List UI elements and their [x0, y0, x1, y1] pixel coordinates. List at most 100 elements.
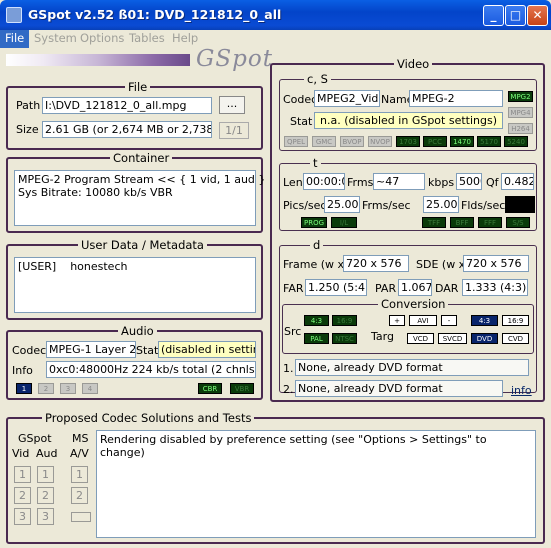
plus-button[interactable]: + [389, 315, 405, 326]
gmc-indicator: GMC [312, 136, 336, 147]
svcd-button[interactable]: SVCD [438, 333, 467, 344]
targ-169-button[interactable]: 16:9 [502, 315, 529, 326]
vcd-button[interactable]: VCD [407, 333, 434, 344]
audio-stream-3[interactable]: 3 [60, 383, 76, 394]
d-title: d [310, 238, 324, 252]
dar-label: DAR [435, 282, 459, 295]
pics-label: Pics/sec [283, 199, 327, 212]
video-codec-label: Codec [283, 93, 318, 106]
gspot-vid-2[interactable]: 2 [14, 487, 31, 504]
vbr-indicator: VBR [230, 383, 254, 394]
far-field: 1.250 (5:4) [305, 279, 367, 296]
video-stat-label: Stat [290, 115, 313, 128]
video-name-field: MPEG-2 [409, 90, 503, 107]
qf-field: 0.482 [501, 173, 534, 190]
dvd-button[interactable]: DVD [471, 333, 498, 344]
audio-stream-4[interactable]: 4 [82, 383, 98, 394]
menu-options[interactable]: Options [75, 30, 129, 48]
proposed-text: Rendering disabled by preference setting… [96, 430, 536, 538]
t-title: t [310, 156, 321, 170]
sde-field: 720 x 576 [463, 255, 529, 272]
targ-43-button[interactable]: 4:3 [471, 315, 498, 326]
gspot-aud-3[interactable]: 3 [37, 508, 54, 525]
pics-field: 25.000 [324, 196, 360, 213]
browse-button[interactable]: ... [219, 96, 245, 114]
conversion-line2: None, already DVD format [295, 380, 503, 397]
conversion-line1: None, already DVD format [295, 359, 529, 376]
title-bar[interactable]: GSpot v2.52 ß01: DVD_121812_0_all _ □ ✕ [0, 0, 551, 30]
ms-av-1[interactable]: 1 [71, 466, 88, 483]
page-counter: 1/1 [219, 122, 249, 139]
gspot-logo: GSpot [196, 46, 273, 72]
size-field: 2.61 GB (or 2,674 MB or 2,738,29 [42, 121, 212, 138]
video-stat-field: n.a. (disabled in GSpot settings) [314, 112, 503, 129]
gspot-label: GSpot [18, 432, 52, 445]
info-link[interactable]: info [511, 384, 532, 397]
src-169-badge: 16:9 [332, 315, 357, 326]
gspot-aud-2[interactable]: 2 [37, 487, 54, 504]
kbps-label: kbps [428, 176, 455, 189]
video-codec-field: MPEG2_Vid [314, 90, 380, 107]
far-label: FAR [283, 282, 304, 295]
color-stripe [6, 54, 190, 66]
audio-codec-field: MPEG-1 Layer 2 [46, 341, 136, 358]
menu-tables[interactable]: Tables [124, 30, 170, 48]
bff-indicator: BFF [450, 217, 474, 228]
mpg2-indicator: MPG2 [508, 91, 533, 102]
userdata-group: User Data / Metadata [USER] honestech [6, 238, 263, 320]
audio-codec-label: Codec [12, 344, 47, 357]
proposed-group: Proposed Codec Solutions and Tests GSpot… [6, 411, 545, 544]
audio-stream-2[interactable]: 2 [38, 383, 54, 394]
il-indicator: I/L [331, 217, 357, 228]
conversion-group: Conversion Src 4:3 16:9 PAL NTSC + AVI -… [282, 297, 534, 354]
minus-button[interactable]: - [441, 315, 457, 326]
gspot-vid-3[interactable]: 3 [14, 508, 31, 525]
conversion-title: Conversion [378, 297, 449, 311]
frms-label: Frms [347, 176, 374, 189]
ss-indicator: S/S [506, 217, 530, 228]
frame-label: Frame (w x [283, 258, 345, 271]
cvd-button[interactable]: CVD [502, 333, 529, 344]
bvop-indicator: BVOP [340, 136, 364, 147]
userdata-group-title: User Data / Metadata [78, 238, 207, 252]
app-icon [6, 7, 22, 23]
par-field: 1.067 [398, 279, 432, 296]
flag-5240: 5240 [504, 136, 528, 147]
src-43-badge: 4:3 [304, 315, 329, 326]
ms-label: MS [72, 432, 89, 445]
file-group-title: File [125, 80, 151, 94]
menu-file[interactable]: File [0, 30, 30, 48]
audio-info-label: Info [12, 364, 33, 377]
video-t-group: t Len 00:00:0 Frms ~47 kbps 5000 Qf 0.48… [279, 156, 537, 231]
ms-av-2[interactable]: 2 [71, 487, 88, 504]
container-info: MPEG-2 Program Stream << { 1 vid, 1 aud … [14, 170, 265, 226]
frms-sec-field: 25.000 [423, 196, 459, 213]
close-button[interactable]: ✕ [527, 5, 548, 26]
flag-5170: 5170 [477, 136, 501, 147]
maximize-button[interactable]: □ [505, 5, 526, 26]
cbr-indicator: CBR [198, 383, 222, 394]
path-label: Path [16, 99, 41, 112]
audio-group-title: Audio [118, 324, 157, 338]
audio-stat-label: Stat [136, 344, 159, 357]
src-pal-badge: PAL [304, 333, 329, 344]
video-cs-group: c, S Codec MPEG2_Vid Name MPEG-2 MPG2 MP… [279, 72, 537, 151]
flds-label: Flds/sec [461, 199, 506, 212]
gspot-vid-1[interactable]: 1 [14, 466, 31, 483]
menu-system[interactable]: System [29, 30, 82, 48]
av-label: A/V [70, 447, 89, 460]
len-field: 00:00:0 [303, 173, 345, 190]
ms-av-3[interactable] [71, 512, 91, 522]
minimize-button[interactable]: _ [483, 5, 504, 26]
frms-sec-label: Frms/sec [362, 199, 411, 212]
src-label: Src [284, 325, 302, 338]
gspot-aud-1[interactable]: 1 [37, 466, 54, 483]
vid-label: Vid [12, 447, 30, 460]
avi-button[interactable]: AVI [409, 315, 437, 326]
flag-1470: 1470 [450, 136, 474, 147]
qpel-indicator: QPEL [284, 136, 308, 147]
audio-stream-1[interactable]: 1 [16, 383, 32, 394]
par-label: PAR [375, 282, 397, 295]
frame-field: 720 x 576 [343, 255, 409, 272]
path-field[interactable]: I:\DVD_121812_0_all.mpg [42, 97, 212, 114]
